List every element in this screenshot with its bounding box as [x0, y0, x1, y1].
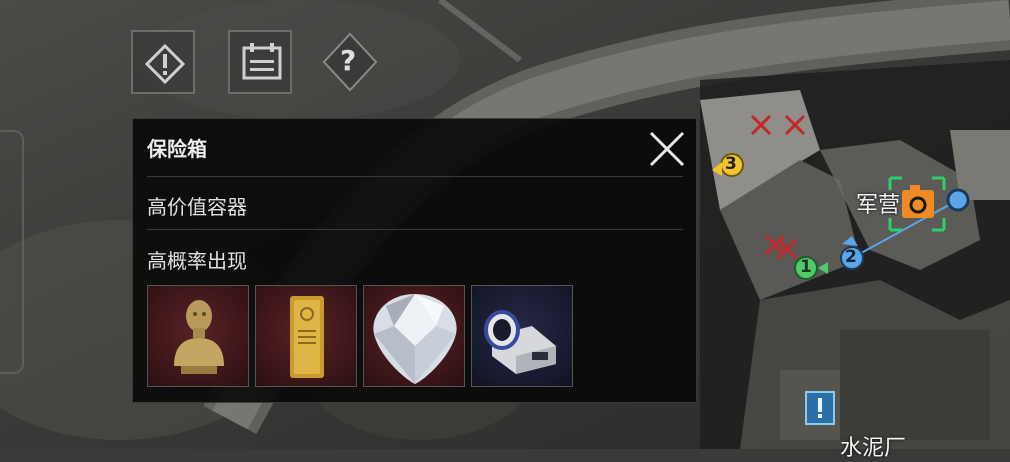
help-label: ?: [340, 44, 357, 77]
gold-bar-icon: [290, 296, 324, 378]
container-type-text: 高价值容器: [147, 195, 247, 219]
calendar-button[interactable]: [228, 30, 292, 94]
loot-item-device[interactable]: [471, 285, 573, 387]
label-cement-factory: 水泥厂: [840, 436, 907, 461]
marker-2[interactable]: 2: [845, 247, 857, 267]
marker-1[interactable]: 1: [800, 257, 812, 277]
left-edge-frame: [0, 130, 24, 374]
close-button[interactable]: [643, 125, 691, 173]
safe-info-panel: 保险箱 高价值容器 高概率出现: [132, 118, 697, 403]
help-button[interactable]: ?: [318, 30, 382, 94]
device-icon: [484, 310, 556, 374]
bust-statue-icon: [174, 300, 224, 374]
spawn-rate-text: 高概率出现: [147, 249, 247, 273]
diamond-icon: [373, 294, 457, 384]
calendar-icon: [242, 43, 282, 80]
divider: [147, 229, 683, 230]
marker-3[interactable]: 3: [725, 154, 737, 174]
alert-button[interactable]: [131, 30, 195, 94]
panel-title: 保险箱: [147, 137, 207, 161]
loot-item-gold-bar[interactable]: [255, 285, 357, 387]
loot-item-bust[interactable]: [147, 285, 249, 387]
close-icon: [649, 131, 685, 167]
divider: [147, 176, 683, 177]
label-barracks: 军营: [856, 193, 901, 218]
loot-item-diamond[interactable]: [363, 285, 465, 387]
exclamation-diamond-icon: [144, 43, 186, 85]
